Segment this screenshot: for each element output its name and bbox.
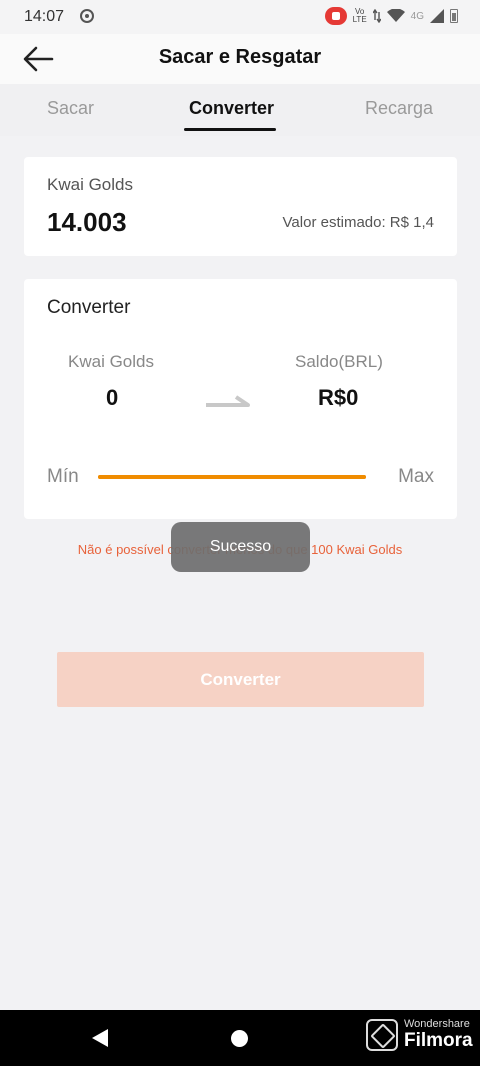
status-icons: Vo LTE 4G: [324, 7, 458, 25]
balance-label: Kwai Golds: [47, 175, 133, 194]
convert-arrow-icon: [206, 395, 250, 407]
from-currency-label: Kwai Golds: [68, 352, 154, 371]
estimated-value: Valor estimado: R$ 1,4: [282, 214, 434, 231]
screen-record-icon: [80, 9, 94, 23]
convert-button[interactable]: Converter: [57, 652, 424, 707]
signal-icon: [430, 9, 444, 23]
status-bar: 14:07 Vo LTE 4G: [0, 0, 480, 34]
status-time: 14:07: [24, 8, 65, 25]
tab-recarga[interactable]: Recarga: [365, 98, 433, 119]
battery-icon: [450, 9, 458, 23]
active-tab-indicator: [184, 128, 276, 131]
watermark-brand-big: Filmora: [404, 1029, 473, 1051]
tab-sacar[interactable]: Sacar: [47, 98, 94, 119]
success-toast: Sucesso: [171, 522, 310, 572]
slider-max-label: Max: [398, 466, 434, 487]
from-amount: 0: [106, 385, 119, 410]
balance-card: Kwai Golds 14.003 Valor estimado: R$ 1,4: [24, 157, 457, 256]
tab-bar: Sacar Converter Recarga: [0, 84, 480, 136]
tab-converter[interactable]: Converter: [189, 98, 274, 119]
convert-card-title: Converter: [47, 297, 131, 318]
app-header: Sacar e Resgatar: [0, 34, 480, 84]
to-amount: R$0: [318, 385, 359, 410]
convert-card: Converter Kwai Golds 0 Saldo(BRL) R$0 Mí…: [24, 279, 457, 519]
amount-slider[interactable]: [98, 475, 366, 479]
balance-value: 14.003: [47, 207, 127, 237]
recording-indicator-icon: [324, 7, 347, 25]
system-nav-bar: Wondershare Filmora: [0, 1010, 480, 1066]
nav-home-icon[interactable]: [231, 1030, 248, 1047]
nav-back-icon[interactable]: [92, 1029, 110, 1047]
to-currency-label: Saldo(BRL): [295, 352, 383, 371]
wifi-icon: [386, 9, 405, 22]
filmora-logo-icon: [366, 1019, 398, 1051]
network-type: 4G: [410, 10, 424, 22]
slider-fill: [98, 475, 366, 479]
filmora-watermark: Wondershare Filmora: [366, 1019, 473, 1051]
data-arrows-icon: [372, 9, 381, 23]
page-title: Sacar e Resgatar: [158, 46, 322, 68]
volte-indicator: Vo LTE: [353, 8, 367, 24]
lte-label: LTE: [352, 15, 367, 24]
slider-min-label: Mín: [47, 466, 79, 487]
